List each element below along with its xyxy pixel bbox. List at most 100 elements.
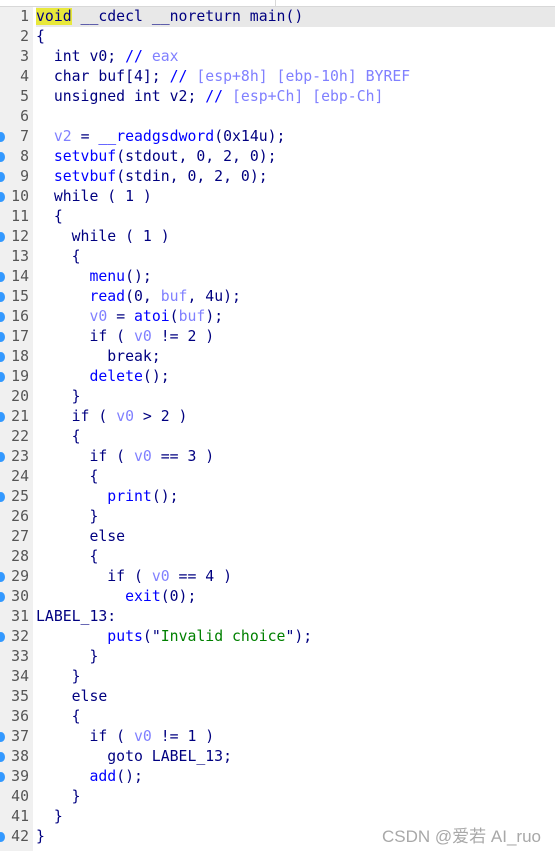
code-token: , 4u);	[187, 288, 241, 305]
code-line[interactable]: 25 print();	[0, 487, 555, 507]
code-token: puts	[107, 628, 143, 645]
code-token: setvbuf	[53, 148, 117, 165]
code-token: );	[205, 308, 224, 325]
line-number: 13	[11, 248, 29, 265]
code-token: (0);	[160, 588, 197, 605]
code-line[interactable]: 33 }	[0, 647, 555, 667]
code-token: }	[36, 648, 99, 665]
line-number: 39	[11, 768, 29, 785]
code-text: unsigned int v2; // [esp+Ch] [ebp-Ch]	[36, 87, 555, 107]
code-line[interactable]: 5 unsigned int v2; // [esp+Ch] [ebp-Ch]	[0, 87, 555, 107]
code-token: v0	[134, 448, 152, 465]
code-token: v0	[134, 728, 152, 745]
code-text: }	[36, 507, 555, 527]
line-number: 34	[11, 668, 29, 685]
code-token: =	[71, 128, 99, 145]
code-token: ();	[125, 268, 152, 285]
code-token: unsigned int v2;	[36, 88, 206, 105]
code-line[interactable]: 10 while ( 1 )	[0, 187, 555, 207]
line-number: 24	[11, 468, 29, 485]
code-line[interactable]: 15 read(0, buf, 4u);	[0, 287, 555, 307]
code-line[interactable]: 26 }	[0, 507, 555, 527]
code-text: puts("Invalid choice");	[36, 627, 555, 647]
code-text: add();	[36, 767, 555, 787]
code-token: v0	[89, 308, 108, 325]
code-line[interactable]: 36 {	[0, 707, 555, 727]
code-text: read(0, buf, 4u);	[36, 287, 555, 307]
code-line[interactable]: 23 if ( v0 == 3 )	[0, 447, 555, 467]
line-number: 4	[20, 68, 29, 85]
code-token: eax	[151, 48, 179, 65]
line-number: 11	[11, 208, 29, 225]
line-number: 28	[11, 548, 29, 565]
code-line[interactable]: 17 if ( v0 != 2 )	[0, 327, 555, 347]
code-line[interactable]: 35 else	[0, 687, 555, 707]
code-line[interactable]: 29 if ( v0 == 4 )	[0, 567, 555, 587]
code-line[interactable]: 16 v0 = atoi(buf);	[0, 307, 555, 327]
code-token: =	[107, 308, 135, 325]
code-token: while ( 1 )	[36, 188, 152, 205]
code-token: v2	[53, 128, 72, 145]
code-line[interactable]: 38 goto LABEL_13;	[0, 747, 555, 767]
divider	[275, 0, 276, 6]
code-token: //	[125, 48, 152, 65]
code-text: v2 = __readgsdword(0x14u);	[36, 127, 555, 147]
code-text: {	[36, 27, 555, 47]
code-line[interactable]: 4 char buf[4]; // [esp+8h] [ebp-10h] BYR…	[0, 67, 555, 87]
code-text: if ( v0 == 3 )	[36, 447, 555, 467]
code-token: print	[107, 488, 152, 505]
code-line[interactable]: 31 LABEL_13:	[0, 607, 555, 627]
code-token: else	[36, 528, 126, 545]
code-line[interactable]: 1 void __cdecl __noreturn main()	[0, 7, 555, 27]
code-line[interactable]: 9 setvbuf(stdin, 0, 2, 0);	[0, 167, 555, 187]
code-token: Invalid choice	[160, 628, 286, 645]
code-line[interactable]: 3 int v0; // eax	[0, 47, 555, 67]
code-line[interactable]: 12 while ( 1 )	[0, 227, 555, 247]
line-number: 37	[11, 728, 29, 745]
code-line[interactable]: 2{	[0, 27, 555, 47]
code-line[interactable]: 11 {	[0, 207, 555, 227]
code-line[interactable]: 37 if ( v0 != 1 )	[0, 727, 555, 747]
code-token: buf	[178, 308, 206, 325]
line-number: 35	[11, 688, 29, 705]
code-token: void	[36, 8, 72, 25]
code-text: {	[36, 247, 555, 267]
top-border	[0, 0, 555, 7]
code-line[interactable]: 7 v2 = __readgsdword(0x14u);	[0, 127, 555, 147]
code-line[interactable]: 6	[0, 107, 555, 127]
code-line[interactable]: 14 menu();	[0, 267, 555, 287]
code-line[interactable]: 20 }	[0, 387, 555, 407]
code-line[interactable]: 32 puts("Invalid choice");	[0, 627, 555, 647]
line-number: 27	[11, 528, 29, 545]
code-line[interactable]: 27 else	[0, 527, 555, 547]
code-token: delete	[89, 368, 143, 385]
code-line[interactable]: 21 if ( v0 > 2 )	[0, 407, 555, 427]
line-number: 7	[20, 128, 29, 145]
line-number: 14	[11, 268, 29, 285]
code-line[interactable]: 22 {	[0, 427, 555, 447]
code-token: int v0;	[36, 48, 126, 65]
code-line[interactable]: 34 }	[0, 667, 555, 687]
pseudocode-view[interactable]: 1 void __cdecl __noreturn main() 2{3 int v…	[0, 7, 555, 851]
code-line[interactable]: 28 {	[0, 547, 555, 567]
line-number: 32	[11, 628, 29, 645]
code-line[interactable]: 30 exit(0);	[0, 587, 555, 607]
line-number: 1	[20, 8, 29, 25]
line-number: 10	[11, 188, 29, 205]
code-line[interactable]: 40 }	[0, 787, 555, 807]
code-line[interactable]: 18 break;	[0, 347, 555, 367]
code-line[interactable]: 24 {	[0, 467, 555, 487]
code-token: v0	[151, 568, 170, 585]
code-line[interactable]: 8 setvbuf(stdout, 0, 2, 0);	[0, 147, 555, 167]
code-line[interactable]: 19 delete();	[0, 367, 555, 387]
code-token: (stdout, 0, 2, 0);	[116, 148, 277, 165]
line-number: 33	[11, 648, 29, 665]
code-line[interactable]: 13 {	[0, 247, 555, 267]
line-number: 2	[20, 28, 29, 45]
code-token: > 2 )	[134, 408, 188, 425]
code-line[interactable]: 39 add();	[0, 767, 555, 787]
code-token: != 1 )	[151, 728, 215, 745]
